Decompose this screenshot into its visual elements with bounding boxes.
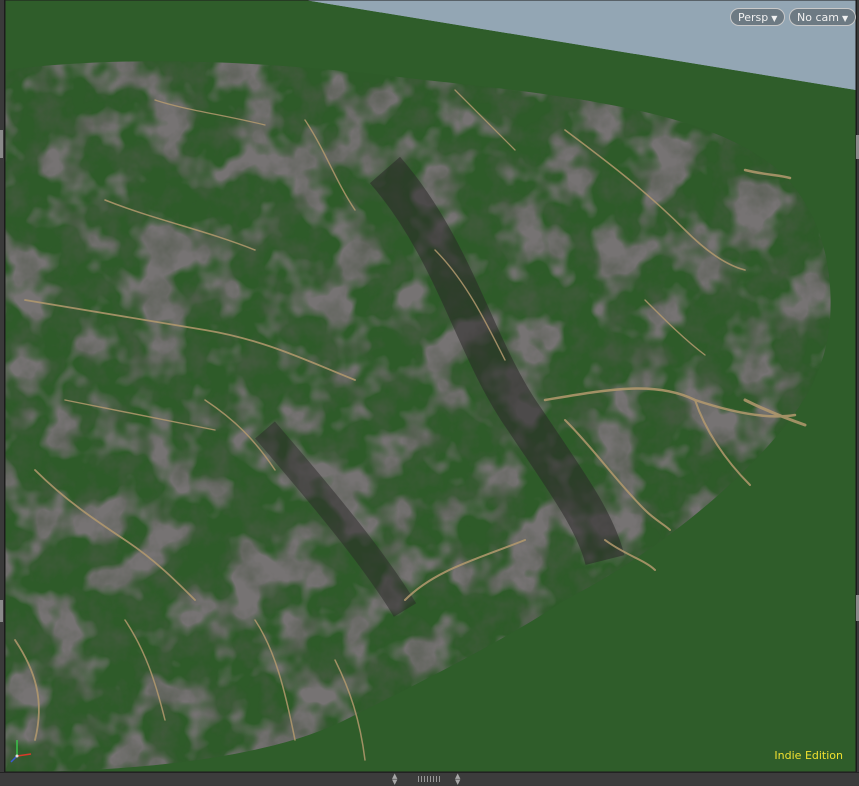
caret-down-icon: ▼ bbox=[771, 14, 778, 23]
edition-label: Indie Edition bbox=[774, 749, 843, 762]
caret-down-icon: ▼ bbox=[841, 14, 849, 23]
camera-menu-label: No cam bbox=[797, 11, 839, 24]
scene-viewport[interactable]: Persp ▼ No cam ▼ Indie Edition bbox=[4, 0, 857, 772]
view-menu-label: Persp bbox=[738, 11, 769, 24]
view-menu-button[interactable]: Persp ▼ bbox=[730, 8, 786, 26]
axis-gizmo-icon bbox=[10, 740, 32, 763]
down-arrow-icon[interactable]: ▼ bbox=[392, 779, 397, 786]
resize-grip-icon[interactable] bbox=[418, 776, 440, 782]
pane-split-bar[interactable]: ▲ ▼ ▲ ▼ bbox=[0, 772, 859, 786]
terrain-render bbox=[5, 0, 856, 772]
down-arrow-icon[interactable]: ▼ bbox=[455, 779, 460, 786]
left-pane-tab-lower[interactable] bbox=[0, 600, 3, 622]
camera-menu-button[interactable]: No cam ▼ bbox=[789, 8, 856, 26]
left-pane-tab[interactable] bbox=[0, 130, 3, 158]
